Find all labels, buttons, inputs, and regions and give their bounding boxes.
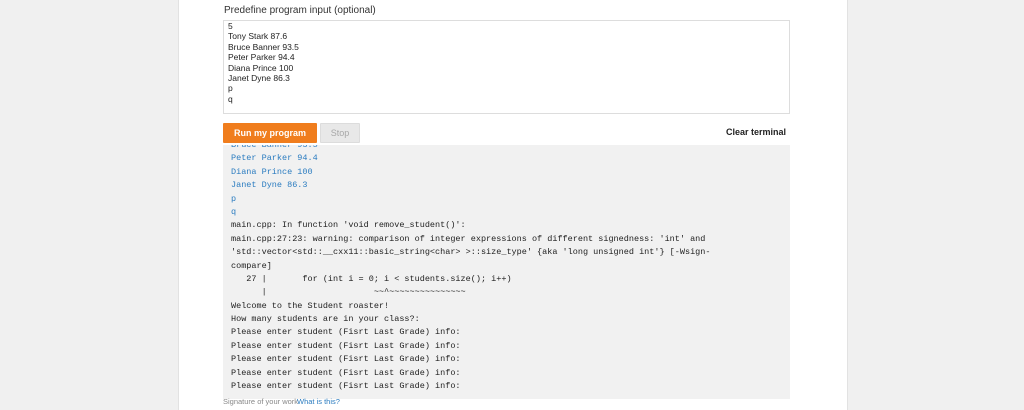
terminal-line: Diana Prince 100 [231, 166, 313, 177]
program-input-line: Diana Prince 100 [228, 62, 294, 73]
program-input-label: Predefine program input (optional) [224, 5, 376, 16]
program-input-line: 5 [228, 21, 233, 31]
signature-label: Signature of your work [223, 397, 299, 406]
run-program-button[interactable]: Run my program [223, 123, 317, 143]
terminal-line: Please enter student (Fisrt Last Grade) … [231, 381, 461, 392]
terminal-line: Please enter student (Fisrt Last Grade) … [231, 354, 461, 365]
terminal-line: | ~~^~~~~~~~~~~~~~~~ [231, 287, 466, 298]
program-input-line: Janet Dyne 86.3 [228, 72, 290, 83]
stop-button[interactable]: Stop [320, 123, 360, 143]
terminal-line: Janet Dyne 86.3 [231, 180, 308, 191]
program-input-line: q [228, 93, 233, 104]
program-input-line: Peter Parker 94.4 [228, 52, 295, 63]
terminal-line: 27 | for (int i = 0; i < students.size()… [231, 273, 512, 284]
what-is-this-link[interactable]: What is this? [297, 397, 340, 406]
terminal-line: Please enter student (Fisrt Last Grade) … [231, 340, 461, 351]
terminal-lines: Bruce Banner 93.5 Peter Parker 94.4 Diana … [231, 145, 782, 393]
program-input-text[interactable]: 5 Tony Stark 87.6 Bruce Banner 93.5 Peter P… [228, 21, 299, 104]
program-input-line: Tony Stark 87.6 [228, 31, 288, 42]
terminal-line: Please enter student (Fisrt Last Grade) … [231, 367, 461, 378]
clear-terminal-button[interactable]: Clear terminal [726, 127, 786, 137]
terminal-line: Bruce Banner 93.5 [231, 145, 318, 150]
terminal-line: main.cpp: In function 'void remove_stude… [231, 220, 466, 231]
terminal-line: q [231, 206, 237, 217]
program-input-line: Bruce Banner 93.5 [228, 41, 299, 52]
terminal-line: 'std::vector<std::__cxx11::basic_string<… [231, 247, 711, 258]
terminal-line: Peter Parker 94.4 [231, 153, 318, 164]
terminal-line: Welcome to the Student roaster! [231, 300, 390, 311]
terminal-line: Please enter student (Fisrt Last Grade) … [231, 327, 461, 338]
terminal-output[interactable]: Bruce Banner 93.5 Peter Parker 94.4 Diana … [223, 145, 790, 399]
terminal-line: How many students are in your class?: [231, 314, 420, 325]
terminal-line: compare] [231, 260, 272, 271]
program-input-textarea[interactable] [223, 20, 790, 114]
terminal-line: main.cpp:27:23: warning: comparison of i… [231, 233, 706, 244]
program-input-line: p [228, 83, 233, 94]
terminal-line: p [231, 193, 237, 204]
